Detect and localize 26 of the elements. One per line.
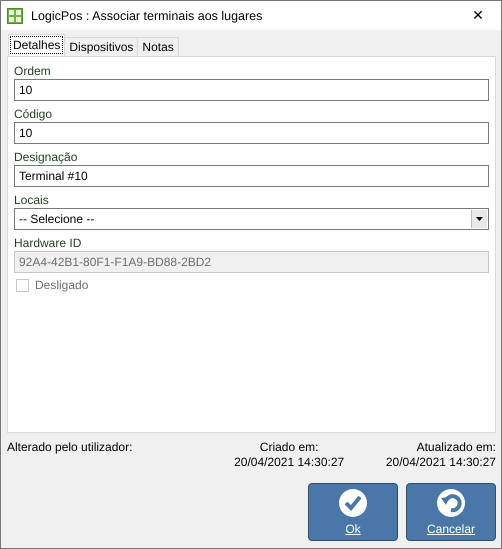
created-date: 20/04/2021 14:30:27 — [234, 455, 344, 470]
checkbox-label: Desligado — [35, 278, 88, 292]
tab[interactable]: Notas — [137, 37, 179, 56]
checkmark-icon — [339, 488, 367, 516]
field-label: Designação — [14, 149, 78, 165]
input-field[interactable]: Terminal #10 — [14, 165, 489, 187]
dropdown[interactable]: -- Selecione -- — [14, 208, 489, 230]
window-title: LogicPos : Associar terminais aos lugares — [31, 8, 264, 22]
caret-icon — [476, 217, 483, 221]
ok-button[interactable]: Ok — [308, 483, 398, 541]
field-label: Locais — [14, 192, 50, 208]
tab[interactable]: Detalhes — [8, 34, 66, 56]
undo-icon — [437, 488, 465, 516]
cancel-button[interactable]: Cancelar — [406, 483, 496, 541]
created-label: Criado em: — [260, 440, 318, 455]
close-button[interactable]: ✕ — [455, 1, 501, 30]
tab[interactable]: Dispositivos — [64, 37, 138, 56]
updated-date: 20/04/2021 14:30:27 — [386, 455, 496, 470]
updated-label: Atualizado em: — [416, 440, 496, 455]
field-label: Ordem — [14, 63, 52, 79]
app-icon — [7, 8, 23, 24]
field-label: Código — [14, 106, 54, 122]
changed-by-label: Alterado pelo utilizador: — [7, 440, 132, 456]
field-label: Hardware ID — [14, 235, 82, 251]
input-field[interactable]: 10 — [14, 79, 489, 101]
input-field[interactable]: 10 — [14, 122, 489, 144]
